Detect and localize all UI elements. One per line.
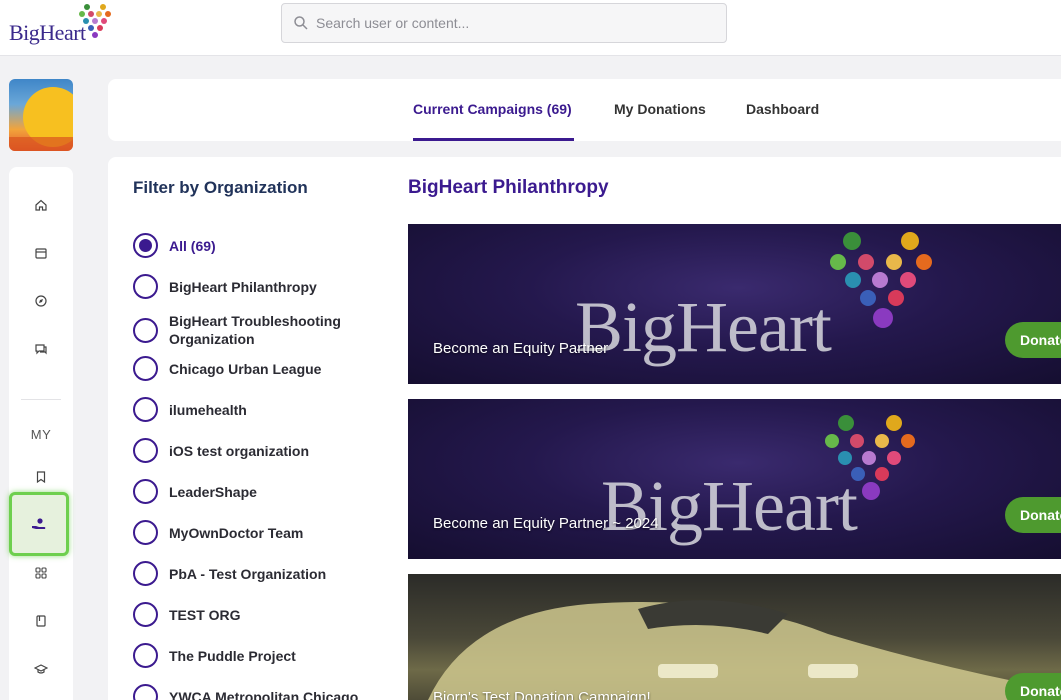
radio-button[interactable]	[133, 602, 158, 627]
campaign-title: Become an Equity Partner	[433, 340, 609, 357]
org-label: BigHeart Philanthropy	[169, 278, 317, 295]
org-label: BigHeart Troubleshooting Organization	[169, 313, 341, 347]
book-icon	[36, 615, 46, 627]
tabs-bar: Current Campaigns (69) My Donations Dash…	[108, 79, 1061, 141]
org-label: ilumehealth	[169, 401, 247, 418]
search-icon	[294, 16, 308, 30]
org-label: iOS test organization	[169, 442, 310, 459]
calendar-icon	[35, 248, 47, 259]
user-avatar[interactable]	[9, 79, 73, 151]
nav-apps[interactable]	[9, 555, 73, 591]
org-filter-item[interactable]: BigHeart Troubleshooting Organization	[133, 312, 383, 348]
donate-button[interactable]: Donate	[1005, 322, 1061, 358]
radio-button[interactable]	[133, 317, 158, 343]
campaign-title: Bjorn's Test Donation Campaign!	[433, 689, 651, 700]
campaign-title: Become an Equity Partner ~ 2024	[433, 515, 659, 532]
radio-button[interactable]	[133, 397, 158, 422]
tab-my-donations[interactable]: My Donations	[614, 101, 706, 117]
campaign-card[interactable]: Bjorn's Test Donation Campaign! Donate	[408, 574, 1061, 700]
heart-dots-graphic-icon	[830, 232, 932, 328]
org-filter-item[interactable]: iOS test organization	[133, 438, 383, 463]
nav-bookmarks[interactable]	[9, 459, 73, 495]
radio-button[interactable]	[133, 684, 158, 700]
sunset-avatar-image	[9, 87, 73, 151]
org-label: PbA - Test Organization	[169, 565, 327, 582]
active-tab-underline	[413, 138, 574, 141]
heart-dots-graphic-icon	[825, 415, 915, 500]
compass-icon	[35, 295, 47, 307]
nav-donations-active[interactable]	[9, 492, 69, 556]
section-title: BigHeart Philanthropy	[408, 177, 609, 198]
org-filter-item[interactable]: The Puddle Project	[133, 643, 383, 668]
nav-home[interactable]	[9, 187, 73, 223]
chat-icon	[35, 344, 47, 355]
filter-title: Filter by Organization	[133, 178, 308, 197]
bookmark-icon	[36, 471, 46, 484]
nav-library[interactable]	[9, 603, 73, 639]
org-filter-all[interactable]: All (69)	[133, 233, 383, 258]
left-nav-rail: MY	[9, 167, 73, 700]
bigheart-logo[interactable]: BigHeart	[9, 2, 114, 46]
campaign-card[interactable]: BigHeart Become an Equity Partner Donate	[408, 224, 1061, 384]
logo-heart-dots-icon	[79, 4, 111, 38]
org-label: YWCA Metropolitan Chicago	[169, 688, 359, 700]
tab-current-campaigns[interactable]: Current Campaigns (69)	[413, 101, 572, 117]
nav-learning[interactable]	[9, 651, 73, 687]
org-filter-item[interactable]: LeaderShape	[133, 479, 383, 504]
donate-hand-icon	[32, 518, 46, 529]
tab-dashboard[interactable]: Dashboard	[746, 101, 819, 117]
rail-divider	[21, 399, 61, 400]
nav-explore[interactable]	[9, 283, 73, 319]
radio-button[interactable]	[133, 561, 158, 586]
search-input[interactable]	[316, 4, 716, 42]
radio-button[interactable]	[133, 274, 158, 299]
nav-messages[interactable]	[9, 331, 73, 367]
org-label: All (69)	[169, 237, 216, 254]
home-icon	[35, 199, 47, 211]
radio-button[interactable]	[133, 479, 158, 504]
org-label: Chicago Urban League	[169, 360, 322, 377]
radio-button[interactable]	[133, 520, 158, 545]
top-header: BigHeart	[0, 0, 1061, 56]
org-filter-item[interactable]: Chicago Urban League	[133, 356, 383, 381]
radio-button[interactable]	[133, 438, 158, 463]
org-filter-item[interactable]: TEST ORG	[133, 602, 383, 627]
org-label: The Puddle Project	[169, 647, 296, 664]
radio-button[interactable]	[133, 356, 158, 381]
rail-my-label: MY	[30, 427, 52, 442]
org-filter-item[interactable]: MyOwnDoctor Team	[133, 520, 383, 545]
radio-button[interactable]	[133, 233, 158, 258]
campaign-card[interactable]: BigHeart Become an Equity Partner ~ 2024…	[408, 399, 1061, 559]
nav-calendar[interactable]	[9, 235, 73, 271]
org-label: MyOwnDoctor Team	[169, 524, 304, 541]
org-filter-item[interactable]: PbA - Test Organization	[133, 561, 383, 586]
donate-button[interactable]: Donate	[1005, 497, 1061, 533]
banner-brand-text: BigHeart	[601, 466, 858, 546]
donate-button[interactable]: Donate	[1005, 673, 1061, 700]
org-filter-item[interactable]: BigHeart Philanthropy	[133, 274, 383, 299]
org-filter-item[interactable]: ilumehealth	[133, 397, 383, 422]
org-label: LeaderShape	[169, 483, 257, 500]
graduation-cap-icon	[34, 664, 48, 674]
search-bar[interactable]	[281, 3, 727, 43]
org-filter-item[interactable]: YWCA Metropolitan Chicago	[133, 684, 383, 700]
grid-icon	[35, 567, 47, 579]
org-label: TEST ORG	[169, 606, 241, 623]
radio-button[interactable]	[133, 643, 158, 668]
campaign-photo-car-image	[428, 600, 1048, 700]
banner-brand-text: BigHeart	[575, 287, 832, 367]
